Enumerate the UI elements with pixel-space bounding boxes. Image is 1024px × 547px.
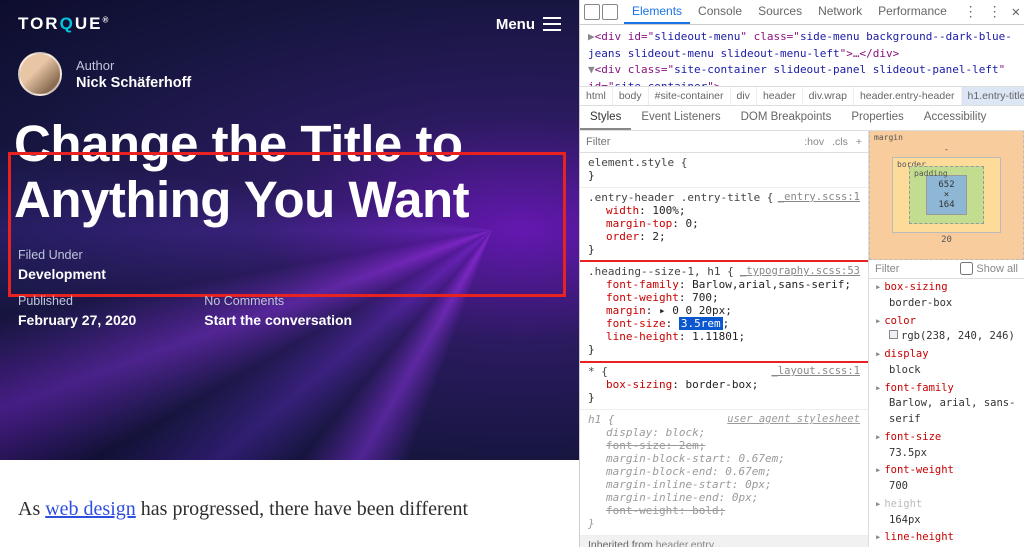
subtab-styles[interactable]: Styles: [580, 106, 631, 130]
site-logo[interactable]: TORQUE®: [18, 14, 110, 34]
rule-element-style: element.style { }: [580, 153, 868, 188]
computed-list[interactable]: ▸box-sizingborder-box▸colorrgb(238, 240,…: [869, 279, 1024, 547]
styles-filter-input[interactable]: [586, 136, 646, 148]
tab-network[interactable]: Network: [810, 0, 870, 24]
tab-console[interactable]: Console: [690, 0, 750, 24]
devtools-tabs: Elements Console Sources Network Perform…: [624, 0, 955, 24]
showall-checkbox[interactable]: [960, 262, 973, 275]
author-label: Author: [76, 58, 191, 73]
hamburger-icon: [543, 17, 561, 31]
comments-label: No Comments: [204, 294, 352, 308]
subtab-listeners[interactable]: Event Listeners: [631, 106, 730, 130]
menu-button[interactable]: Menu: [496, 16, 561, 33]
devtools-panel: Elements Console Sources Network Perform…: [579, 0, 1024, 547]
subtab-properties[interactable]: Properties: [841, 106, 913, 130]
more-icon-2[interactable]: ⋮: [988, 4, 1002, 20]
tab-sources[interactable]: Sources: [750, 0, 810, 24]
styles-subtabs: Styles Event Listeners DOM Breakpoints P…: [580, 106, 1024, 131]
subtab-breakpoints[interactable]: DOM Breakpoints: [731, 106, 842, 130]
rule-heading-size-1: _typography.scss:53 .heading--size-1, h1…: [580, 262, 868, 362]
author-name[interactable]: Nick Schäferhoff: [76, 75, 191, 91]
top-bar: TORQUE® Menu: [0, 0, 579, 48]
comments-value[interactable]: Start the conversation: [204, 312, 352, 328]
meta-row-2: Published February 27, 2020 No Comments …: [0, 282, 579, 328]
dom-tree[interactable]: ▶<div id="slideout-menu" class="side-men…: [580, 25, 1024, 87]
web-design-link[interactable]: web design: [45, 498, 136, 520]
filed-label: Filed Under: [18, 248, 106, 262]
rule-ua-h1: user agent stylesheet h1 { display: bloc…: [580, 410, 868, 536]
inspect-icon[interactable]: [584, 4, 600, 20]
published-value: February 27, 2020: [18, 312, 136, 328]
rule-entry-title: _entry.scss:1 .entry-header .entry-title…: [580, 188, 868, 262]
hero-header: TORQUE® Menu Author Nick Schäferhoff Cha…: [0, 0, 579, 460]
box-model[interactable]: margin - border padding 652 × 164 20: [869, 131, 1024, 259]
published-label: Published: [18, 294, 136, 308]
page-title: Change the Title to Anything You Want: [14, 116, 565, 228]
new-rule-button[interactable]: +: [856, 136, 862, 148]
inherited-divider: Inherited from header.entry…: [580, 536, 868, 547]
hov-toggle[interactable]: :hov: [804, 136, 824, 148]
article-body: As web design has progressed, there have…: [0, 460, 579, 521]
close-icon[interactable]: ✕: [1012, 4, 1020, 20]
devtools-toolbar: Elements Console Sources Network Perform…: [580, 0, 1024, 25]
author-avatar[interactable]: [18, 52, 62, 96]
webpage-pane: TORQUE® Menu Author Nick Schäferhoff Cha…: [0, 0, 579, 547]
styles-pane[interactable]: :hov .cls + element.style { } _entry.scss:…: [580, 131, 869, 547]
computed-pane: margin - border padding 652 × 164 20 Fil…: [869, 131, 1024, 547]
more-icon[interactable]: ⋮: [964, 4, 978, 20]
meta-row: Filed Under Development: [0, 236, 579, 282]
tab-elements[interactable]: Elements: [624, 0, 690, 24]
device-icon[interactable]: [602, 4, 618, 20]
menu-label: Menu: [496, 16, 535, 33]
breadcrumb[interactable]: htmlbody#site-containerdivheaderdiv.wrap…: [580, 87, 1024, 106]
tab-performance[interactable]: Performance: [870, 0, 955, 24]
subtab-accessibility[interactable]: Accessibility: [914, 106, 997, 130]
cls-toggle[interactable]: .cls: [832, 136, 848, 148]
filed-value[interactable]: Development: [18, 266, 106, 282]
author-box: Author Nick Schäferhoff: [0, 48, 579, 106]
rule-universal: _layout.scss:1 * { box-sizing: border-bo…: [580, 362, 868, 410]
